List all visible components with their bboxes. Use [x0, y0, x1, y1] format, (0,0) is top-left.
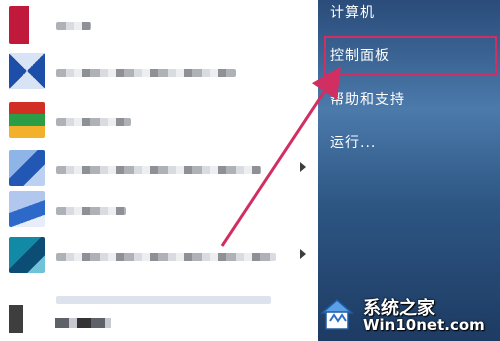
program-label-blurred: [56, 253, 276, 261]
search-box-placeholder[interactable]: [56, 296, 271, 304]
app-icon: [9, 191, 45, 227]
watermark: 系统之家 Win10net.com: [318, 291, 496, 337]
all-programs-label-blurred: [55, 318, 111, 328]
program-label-blurred: [56, 166, 261, 174]
all-programs-icon: [9, 305, 23, 333]
menu-item-run[interactable]: 运行...: [330, 132, 376, 152]
menu-item-computer[interactable]: 计算机: [330, 2, 375, 22]
program-label-blurred: [56, 207, 126, 215]
program-item[interactable]: [0, 47, 318, 103]
app-icon: [9, 53, 45, 89]
start-menu-programs-panel: [0, 0, 318, 341]
app-icon: [9, 150, 45, 186]
control-panel-highlight: [324, 36, 497, 76]
chevron-right-icon[interactable]: [300, 162, 306, 172]
program-label-blurred: [56, 69, 236, 77]
program-label-blurred: [56, 118, 131, 126]
program-item[interactable]: [0, 231, 318, 287]
app-icon: [9, 237, 45, 273]
house-logo-icon: [319, 299, 355, 330]
menu-item-help-support[interactable]: 帮助和支持: [330, 89, 405, 109]
all-programs-item[interactable]: [9, 305, 129, 335]
chevron-right-icon[interactable]: [300, 249, 306, 259]
app-icon: [9, 6, 45, 44]
watermark-url: Win10net.com: [363, 316, 485, 334]
program-label-blurred: [56, 22, 91, 30]
app-icon: [9, 102, 45, 138]
